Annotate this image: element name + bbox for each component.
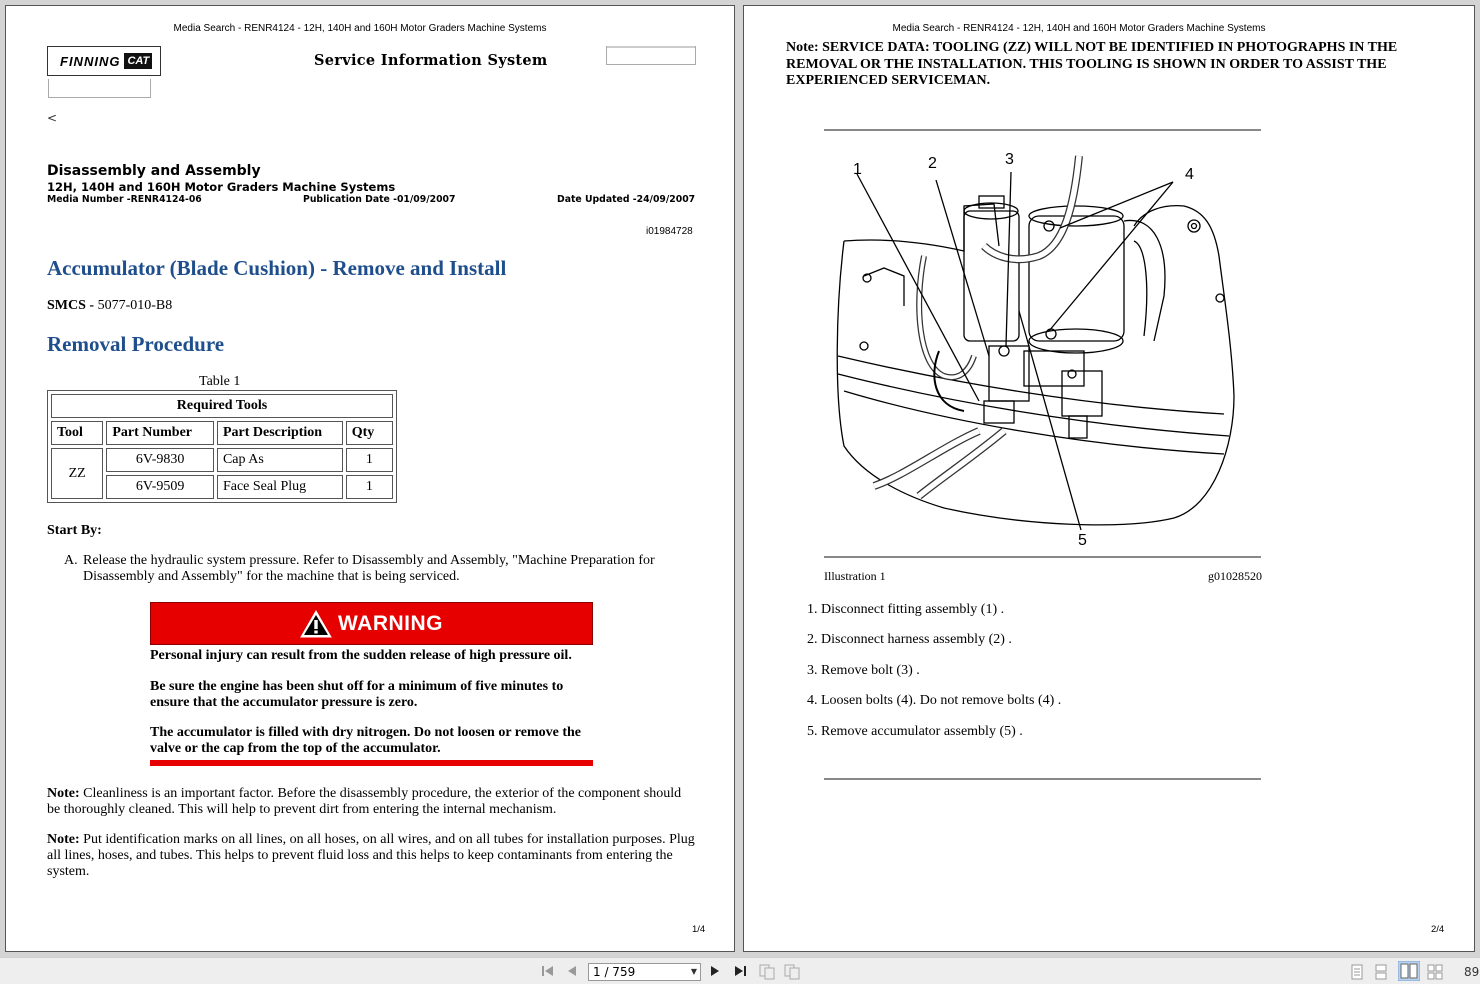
required-tools-table: Required Tools Tool Part Number Part Des… — [47, 390, 397, 503]
table-cell: 6V-9509 — [106, 475, 214, 499]
continuous-facing-view-icon[interactable] — [1427, 964, 1443, 980]
back-link[interactable]: < — [47, 111, 57, 125]
smcs-code: SMCS - 5077-010-B8 — [47, 298, 173, 313]
list-item: 1. Disconnect fitting assembly (1) . — [807, 602, 1005, 617]
divider — [824, 556, 1261, 558]
list-item: 5. Remove accumulator assembly (5) . — [807, 724, 1023, 739]
next-view-icon[interactable] — [784, 964, 800, 980]
section-title: Disassembly and Assembly — [47, 163, 261, 179]
finning-cat-logo: FINNING CAT — [47, 46, 161, 76]
logo-subbox — [48, 79, 151, 98]
header-box — [606, 46, 696, 65]
first-page-icon[interactable] — [541, 964, 555, 978]
warning-triangle-icon — [300, 609, 332, 637]
system-title: Service Information System — [314, 52, 548, 69]
previous-view-icon[interactable] — [759, 964, 775, 980]
document-page-1: Media Search - RENR4124 - 12H, 140H and … — [5, 5, 735, 952]
viewer-toolbar: 1 / 759 ▼ 89. — [0, 957, 1480, 984]
table-heading: Required Tools — [51, 394, 393, 418]
date-updated: Date Updated -24/09/2007 — [557, 194, 696, 205]
chevron-down-icon: ▼ — [690, 967, 697, 976]
publication-date: Publication Date -01/09/2007 — [303, 194, 456, 205]
table-cell-tool: ZZ — [51, 448, 104, 499]
callout-label: 1 — [853, 161, 862, 178]
divider — [824, 778, 1261, 780]
page-header: Media Search - RENR4124 - 12H, 140H and … — [892, 23, 1266, 34]
warning-text: Personal injury can result from the sudd… — [150, 648, 572, 663]
callout-label: 5 — [1078, 532, 1087, 549]
media-number: Media Number -RENR4124-06 — [47, 194, 202, 205]
illustration-id: g01028520 — [1208, 569, 1262, 583]
page-number-select[interactable]: 1 / 759 ▼ — [588, 963, 701, 981]
column-header: Tool — [51, 421, 104, 445]
page-header: Media Search - RENR4124 - 12H, 140H and … — [173, 23, 547, 34]
page-number: 2/4 — [1431, 924, 1445, 935]
service-data-note: Note: SERVICE DATA: TOOLING (ZZ) WILL NO… — [786, 40, 1398, 88]
page-number: 1/4 — [692, 924, 706, 935]
table-cell: Cap As — [216, 448, 343, 472]
last-page-icon[interactable] — [733, 964, 747, 978]
table-cell: 1 — [345, 475, 393, 499]
single-page-view-icon[interactable] — [1350, 964, 1364, 980]
document-id: i01984728 — [646, 226, 693, 237]
page-title: Accumulator (Blade Cushion) - Remove and… — [47, 256, 507, 280]
procedure-title: Removal Procedure — [47, 332, 225, 356]
callout-label: 4 — [1185, 166, 1194, 183]
warning-end-bar — [150, 760, 593, 766]
table-cell: 1 — [345, 448, 393, 472]
column-header: Part Number — [106, 421, 214, 445]
accumulator-illustration: 1 2 3 4 5 — [836, 151, 1235, 549]
note-identification: Note: Put identification marks on all li… — [47, 832, 695, 879]
warning-text: Be sure the engine has been shut off for… — [150, 679, 564, 710]
note-cleanliness: Note: Cleanliness is an important factor… — [47, 786, 682, 817]
warning-text: The accumulator is filled with dry nitro… — [150, 725, 581, 756]
column-header: Qty — [345, 421, 393, 445]
warning-banner: WARNING — [150, 602, 593, 645]
previous-page-icon[interactable] — [566, 964, 578, 978]
table-cell: 6V-9830 — [106, 448, 214, 472]
callout-label: 3 — [1005, 151, 1014, 168]
column-header: Part Description — [216, 421, 343, 445]
machine-subtitle: 12H, 140H and 160H Motor Graders Machine… — [47, 180, 396, 194]
start-by-label: Start By: — [47, 523, 102, 538]
table-caption: Table 1 — [199, 374, 241, 389]
facing-pages-view-icon[interactable] — [1398, 961, 1420, 981]
table-cell: Face Seal Plug — [216, 475, 343, 499]
illustration-caption: Illustration 1 — [824, 569, 886, 583]
divider — [824, 129, 1261, 131]
next-page-icon[interactable] — [709, 964, 721, 978]
step-a: A. Release the hydraulic system pressure… — [64, 553, 655, 584]
continuous-view-icon[interactable] — [1374, 964, 1388, 980]
callout-label: 2 — [928, 155, 937, 172]
list-item: 4. Loosen bolts (4). Do not remove bolts… — [807, 693, 1062, 708]
zoom-level[interactable]: 89. — [1464, 965, 1480, 979]
document-page-2: Media Search - RENR4124 - 12H, 140H and … — [743, 5, 1475, 952]
list-item: 2. Disconnect harness assembly (2) . — [807, 632, 1012, 647]
list-item: 3. Remove bolt (3) . — [807, 663, 920, 678]
